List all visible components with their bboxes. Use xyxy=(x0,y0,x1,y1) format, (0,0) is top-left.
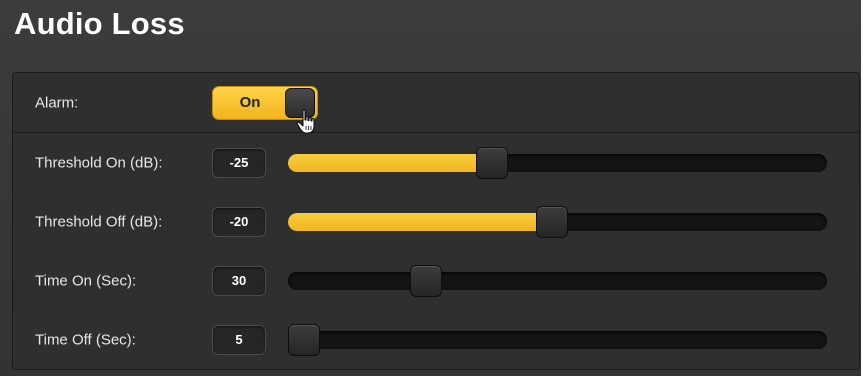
alarm-label: Alarm: xyxy=(35,94,79,111)
threshold-on-slider[interactable] xyxy=(288,146,827,179)
threshold-off-slider-thumb[interactable] xyxy=(536,205,569,238)
hand-pointer-icon xyxy=(296,109,315,134)
threshold-on-slider-thumb[interactable] xyxy=(475,146,508,179)
alarm-row: Alarm: On xyxy=(13,73,859,133)
threshold-off-label: Threshold Off (dB): xyxy=(35,213,163,230)
threshold-on-row: Threshold On (dB): -25 xyxy=(13,133,859,193)
threshold-on-label: Threshold On (dB): xyxy=(35,154,163,171)
time-off-slider-thumb[interactable] xyxy=(288,323,320,356)
threshold-on-value[interactable]: -25 xyxy=(212,147,266,178)
threshold-off-row: Threshold Off (dB): -20 xyxy=(13,192,859,252)
time-on-row: Time On (Sec): 30 xyxy=(13,251,859,311)
alarm-toggle-state: On xyxy=(239,94,261,111)
threshold-off-slider-fill xyxy=(288,212,553,231)
time-on-label: Time On (Sec): xyxy=(35,272,137,289)
time-off-slider[interactable] xyxy=(288,323,827,356)
threshold-off-value[interactable]: -20 xyxy=(212,206,266,237)
threshold-on-slider-fill xyxy=(288,153,492,172)
time-off-value[interactable]: 5 xyxy=(212,324,266,355)
audio-loss-window: Audio Loss Alarm: On Threshold On (dB): … xyxy=(0,0,863,376)
time-on-value[interactable]: 30 xyxy=(212,265,266,296)
page-title: Audio Loss xyxy=(14,6,185,41)
time-off-row: Time Off (Sec): 5 xyxy=(13,310,859,369)
time-on-slider-thumb[interactable] xyxy=(409,264,442,297)
threshold-off-slider[interactable] xyxy=(288,205,827,238)
settings-panel: Alarm: On Threshold On (dB): -25 Thresho… xyxy=(12,72,860,370)
time-off-label: Time Off (Sec): xyxy=(35,331,136,348)
time-on-slider[interactable] xyxy=(288,264,827,297)
